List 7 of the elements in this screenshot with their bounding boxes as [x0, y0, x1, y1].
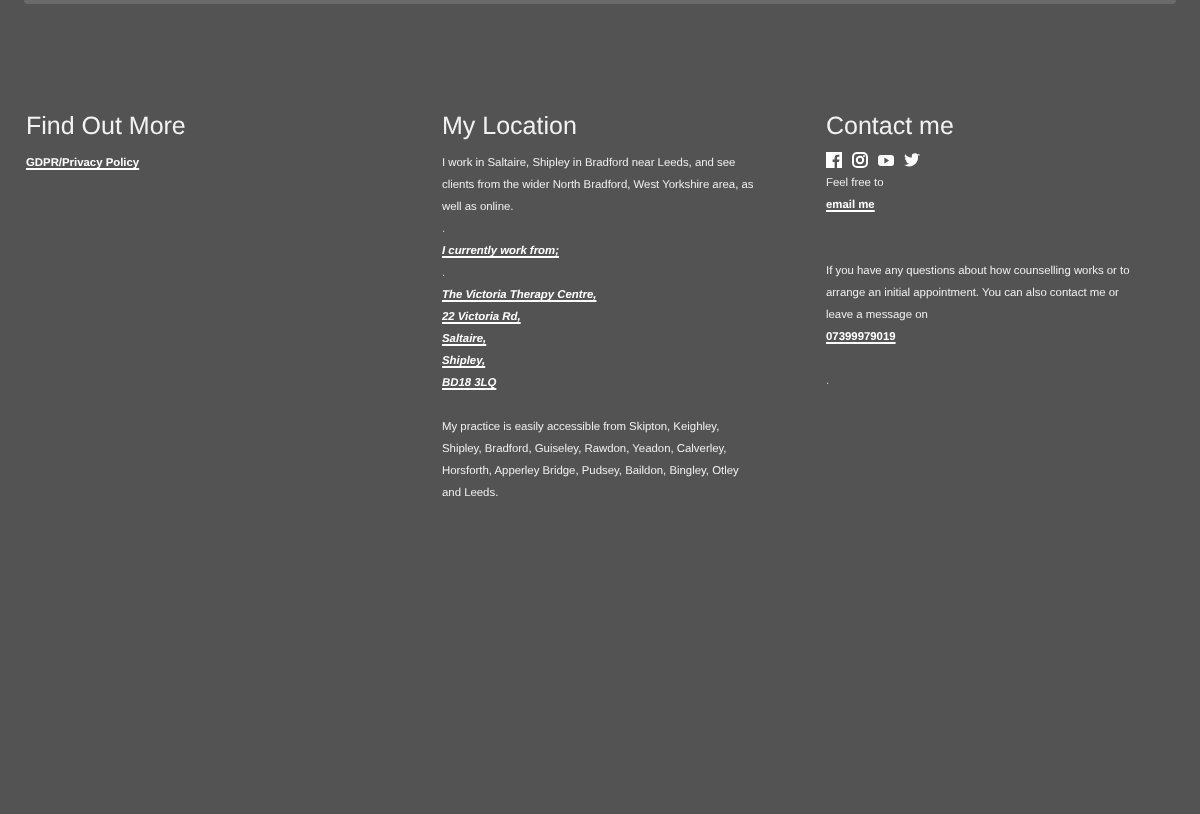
- column-heading: My Location: [442, 110, 577, 142]
- facebook-icon[interactable]: [826, 152, 842, 168]
- column-heading: Contact me: [826, 110, 954, 142]
- bird-icon[interactable]: [904, 152, 920, 168]
- column-heading: Find Out More: [26, 110, 186, 142]
- play-icon[interactable]: [878, 152, 894, 168]
- camera-icon[interactable]: [852, 152, 868, 168]
